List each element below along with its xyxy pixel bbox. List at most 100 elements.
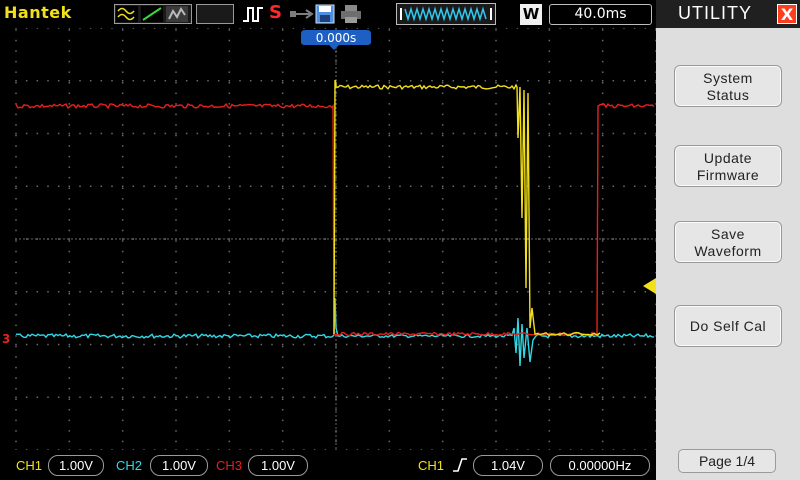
- grid-dot: [121, 440, 124, 443]
- grid-dot: [431, 238, 433, 240]
- grid-dot: [495, 155, 497, 158]
- grid-dot: [36, 238, 39, 240]
- grid-dot: [441, 398, 444, 400]
- grid-dot: [228, 187, 231, 189]
- grid-dot: [175, 80, 177, 82]
- grid-dot: [548, 29, 551, 31]
- timebase-display[interactable]: 40.0ms: [549, 4, 652, 25]
- grid-dot: [228, 132, 231, 135]
- grid-dot: [239, 291, 241, 293]
- brand-logo: Hantek: [4, 3, 72, 22]
- grid-dot: [388, 132, 391, 135]
- grid-dot: [623, 396, 625, 398]
- grid-dot: [121, 377, 124, 379]
- waveform-display[interactable]: 0.000s 3: [0, 28, 656, 450]
- grid-dot: [239, 185, 241, 187]
- grid-dot: [228, 396, 231, 398]
- grid-dot: [335, 447, 337, 449]
- waveform-overview[interactable]: [396, 3, 496, 25]
- grid-dot: [580, 132, 583, 135]
- grid-dot: [569, 396, 572, 398]
- grid-dot: [179, 238, 181, 240]
- grid-dot: [356, 238, 359, 240]
- grid-dot: [228, 282, 231, 284]
- grid-dot: [409, 80, 412, 82]
- grid-dot: [111, 238, 113, 240]
- grid-dot: [495, 430, 497, 432]
- grid-dot: [239, 343, 241, 346]
- do-self-cal-button[interactable]: Do Self Cal: [674, 305, 782, 347]
- ch2-label[interactable]: CH2: [116, 458, 142, 473]
- grid-dot: [601, 176, 604, 179]
- grid-dot: [151, 238, 153, 240]
- grid-dot: [68, 155, 71, 158]
- grid-dot: [25, 80, 28, 82]
- grid-dot: [153, 343, 156, 346]
- grid-dot: [89, 238, 92, 240]
- grid-dot: [68, 113, 71, 116]
- grid-dot: [548, 185, 551, 187]
- trigger-source-label[interactable]: CH1: [418, 458, 444, 473]
- grid-dot: [15, 145, 17, 147]
- grid-dot: [367, 343, 369, 346]
- grid-dot: [219, 238, 221, 240]
- grid-dot: [313, 238, 316, 240]
- grid-dot: [447, 238, 449, 240]
- grid-dot: [303, 28, 305, 29]
- grid-dot: [107, 238, 109, 240]
- grid-dot: [139, 238, 141, 240]
- ch3-scale[interactable]: 1.00V: [248, 455, 308, 476]
- ch3-label[interactable]: CH3: [216, 458, 242, 473]
- grid-dot: [335, 439, 337, 441]
- grid-dot: [324, 238, 327, 240]
- grid-dot: [459, 238, 461, 240]
- grid-dot: [175, 132, 177, 135]
- ch2-scale[interactable]: 1.00V: [150, 455, 208, 476]
- update-firmware-button[interactable]: Update Firmware: [674, 145, 782, 187]
- grid-dot: [121, 240, 124, 242]
- grid-dot: [548, 419, 551, 422]
- grid-dot: [228, 82, 231, 84]
- grid-dot: [543, 238, 545, 240]
- grid-dot: [211, 238, 213, 240]
- grid-dot: [580, 343, 583, 346]
- grid-dot: [36, 28, 39, 29]
- grid-dot: [39, 238, 41, 240]
- grid-dot: [68, 71, 71, 73]
- grid-dot: [111, 185, 113, 187]
- grid-dot: [55, 238, 57, 240]
- grid-dot: [335, 131, 337, 133]
- save-waveform-button[interactable]: Save Waveform: [674, 221, 782, 263]
- grid-dot: [633, 291, 636, 293]
- ch1-scale[interactable]: 1.00V: [48, 455, 104, 476]
- grid-dot: [559, 28, 561, 29]
- grid-dot: [603, 238, 605, 240]
- grid-dot: [281, 219, 284, 221]
- grid-dot: [324, 291, 327, 293]
- page-indicator-button[interactable]: Page 1/4: [678, 449, 776, 473]
- grid-dot: [388, 345, 391, 348]
- grid-dot: [601, 430, 604, 432]
- save-icon[interactable]: [315, 4, 335, 24]
- grid-dot: [335, 171, 337, 173]
- grid-dot: [441, 356, 444, 358]
- printer-icon[interactable]: [340, 4, 362, 24]
- grid-dot: [36, 132, 39, 135]
- ch3-ground-marker[interactable]: 3: [0, 331, 12, 346]
- grid-dot: [228, 430, 231, 432]
- grid-dot: [580, 396, 583, 398]
- system-status-button[interactable]: System Status: [674, 65, 782, 107]
- trigger-level-value[interactable]: 1.04V: [473, 455, 543, 476]
- grid-dot: [281, 409, 284, 411]
- grid-dot: [159, 238, 161, 240]
- trigger-edge-icon: [243, 7, 263, 22]
- grid-dot: [495, 71, 497, 73]
- grid-dot: [335, 191, 337, 193]
- ch1-label[interactable]: CH1: [16, 458, 42, 473]
- grid-dot: [23, 238, 25, 240]
- close-icon[interactable]: X: [777, 4, 797, 24]
- grid-dot: [185, 185, 188, 187]
- grid-dot: [495, 50, 497, 52]
- grid-dot: [196, 185, 199, 187]
- grid-dot: [441, 314, 444, 316]
